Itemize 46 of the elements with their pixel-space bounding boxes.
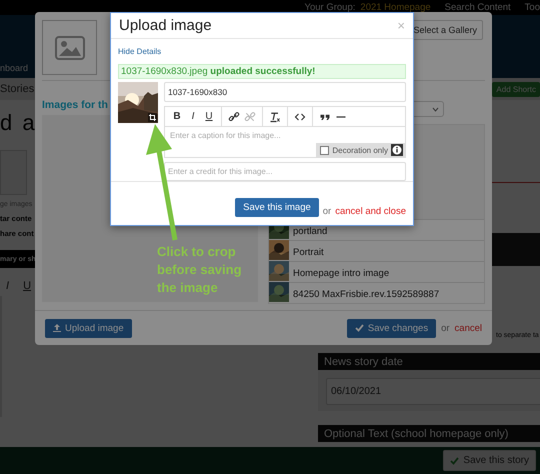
cancel-link[interactable]: cancel and close xyxy=(335,206,406,217)
dialog-title: Upload image xyxy=(119,17,212,34)
cancel-link[interactable]: cancel xyxy=(454,322,482,334)
top-link[interactable]: Search Content xyxy=(444,2,511,13)
group-name[interactable]: 2021 Homepage xyxy=(360,2,431,13)
format-button[interactable]: I xyxy=(6,280,10,292)
image-row[interactable]: Portrait xyxy=(269,240,484,261)
check-icon xyxy=(354,324,364,332)
italic-button[interactable]: I xyxy=(187,111,199,122)
section-title: Images for th xyxy=(42,99,108,111)
caret-icon xyxy=(432,106,439,112)
filename-field[interactable]: 1037-1690x830 xyxy=(164,82,406,102)
upload-icon xyxy=(53,324,61,332)
add-shortcut-button[interactable]: Add Shortc xyxy=(492,82,540,96)
image-icon xyxy=(54,36,84,60)
group-label: Your Group: xyxy=(304,2,356,13)
format-button[interactable]: U xyxy=(23,280,32,292)
page-heading: d a xyxy=(0,110,37,136)
save-changes-button[interactable]: Save changes xyxy=(346,318,436,338)
nav-item[interactable]: nboard xyxy=(0,63,28,78)
link-icon[interactable] xyxy=(228,110,240,123)
top-link[interactable]: Too xyxy=(524,2,540,13)
panel-title: Optional Text (school homepage only) xyxy=(318,425,540,442)
checkbox-label: Decoration only xyxy=(332,146,388,155)
info-icon[interactable] xyxy=(391,144,403,156)
annotation-text: Click to crop before saving the image xyxy=(157,243,243,298)
or-text: or xyxy=(322,206,332,217)
underline-button[interactable]: U xyxy=(203,111,215,122)
panel-title: News story date xyxy=(318,353,540,370)
crop-icon[interactable] xyxy=(148,113,157,122)
success-message: 1037-1690x830.jpeg uploaded successfully! xyxy=(118,64,406,80)
hide-details-link[interactable]: Hide Details xyxy=(118,47,406,56)
upload-image-button[interactable]: Upload image xyxy=(45,318,132,338)
code-icon[interactable] xyxy=(294,110,306,123)
checkbox[interactable] xyxy=(320,146,330,155)
close-button[interactable]: × xyxy=(397,18,405,34)
bold-button[interactable]: B xyxy=(171,111,183,122)
image-row[interactable]: Homepage intro image xyxy=(269,261,484,282)
credit-field[interactable]: Enter a credit for this image... xyxy=(164,162,406,182)
date-field[interactable]: 06/10/2021 xyxy=(326,378,540,405)
caption-field[interactable]: Enter a caption for this image... xyxy=(165,127,405,144)
save-image-button[interactable]: Save this image xyxy=(235,198,319,217)
clear-format-icon[interactable] xyxy=(269,110,281,123)
image-row[interactable]: 84250 MaxFrisbie.rev.1592589887 xyxy=(269,282,484,303)
or-text: or xyxy=(441,322,450,334)
check-icon xyxy=(450,456,460,464)
